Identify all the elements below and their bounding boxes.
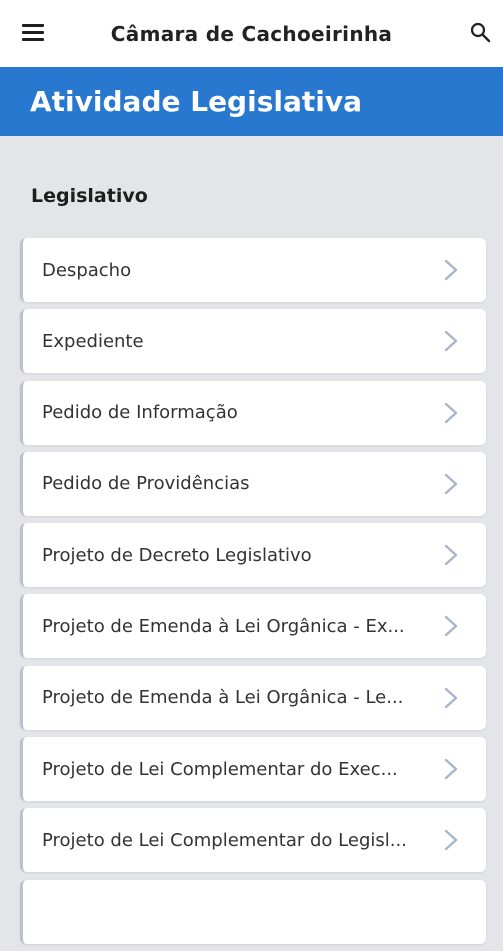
list-item-pedido-providencias[interactable]: Pedido de Providências — [20, 451, 486, 516]
chevron-right-icon — [444, 616, 458, 637]
section-title: Legislativo — [31, 185, 148, 207]
top-app-bar: Câmara de Cachoeirinha — [0, 0, 503, 67]
chevron-right-icon — [444, 759, 458, 780]
app-title: Câmara de Cachoeirinha — [110, 21, 393, 46]
menu-icon — [22, 31, 44, 34]
page-title: Atividade Legislativa — [30, 85, 362, 118]
chevron-right-icon — [444, 687, 458, 708]
list-item-expediente[interactable]: Expediente — [20, 309, 486, 374]
list-item-label: Pedido de Informação — [42, 402, 238, 424]
list-item-label: Pedido de Providências — [42, 473, 250, 495]
list-item-label: Projeto de Lei Complementar do Legisl... — [42, 829, 407, 851]
search-icon — [470, 22, 491, 43]
list-item-projeto-lei-complementar-executivo[interactable]: Projeto de Lei Complementar do Exec... — [20, 737, 486, 802]
menu-icon — [22, 38, 44, 41]
list-item-partial[interactable] — [20, 879, 486, 944]
list-item-projeto-decreto-legislativo[interactable]: Projeto de Decreto Legislativo — [20, 523, 486, 588]
list-item-pedido-informacao[interactable]: Pedido de Informação — [20, 380, 486, 445]
list-item-label: Despacho — [42, 259, 132, 281]
list-item-despacho[interactable]: Despacho — [20, 238, 486, 302]
page-header-banner: Atividade Legislativa — [0, 67, 503, 136]
chevron-right-icon — [444, 402, 458, 423]
list-item-projeto-emenda-lei-organica-executivo[interactable]: Projeto de Emenda à Lei Orgânica - Ex... — [20, 594, 486, 659]
list-item-label: Projeto de Decreto Legislativo — [42, 544, 312, 566]
search-button[interactable] — [470, 22, 492, 44]
list-item-label: Projeto de Lei Complementar do Exec... — [42, 758, 398, 780]
list-item-label: Expediente — [42, 330, 144, 352]
list-item-projeto-emenda-lei-organica-legislativo[interactable]: Projeto de Emenda à Lei Orgânica - Le... — [20, 665, 486, 730]
list-item-label: Projeto de Emenda à Lei Orgânica - Ex... — [42, 615, 405, 637]
list-item-projeto-lei-complementar-legislativo[interactable]: Projeto de Lei Complementar do Legisl... — [20, 808, 486, 873]
menu-button[interactable] — [22, 24, 46, 42]
chevron-right-icon — [444, 830, 458, 851]
chevron-right-icon — [444, 473, 458, 494]
menu-icon — [22, 24, 44, 27]
list-item-label: Projeto de Emenda à Lei Orgânica - Le... — [42, 687, 404, 709]
chevron-right-icon — [444, 545, 458, 566]
chevron-right-icon — [444, 260, 458, 280]
category-list: Despacho Expediente Pedido de Informação… — [20, 238, 486, 951]
chevron-right-icon — [444, 331, 458, 352]
